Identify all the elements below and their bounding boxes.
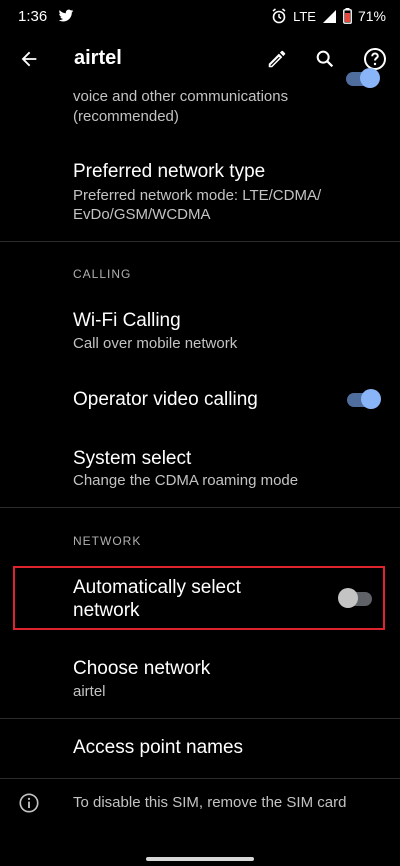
divider — [0, 718, 400, 719]
wifi-calling-item[interactable]: Wi-Fi Calling Call over mobile network — [0, 300, 400, 362]
toggle-thumb — [360, 68, 380, 88]
signal-icon — [322, 9, 336, 23]
system-select-item[interactable]: System select Change the CDMA roaming mo… — [0, 438, 400, 504]
back-button[interactable] — [14, 44, 44, 74]
choose-network-summary: airtel — [73, 683, 106, 700]
status-icons: LTE 71% — [271, 8, 386, 24]
choose-network-title: Choose network — [73, 658, 211, 679]
gesture-nav-handle[interactable] — [146, 857, 254, 861]
divider — [0, 507, 400, 508]
battery-percent: 71% — [357, 8, 386, 24]
wifi-calling-title: Wi-Fi Calling — [73, 310, 181, 331]
calling-section-header: CALLING — [73, 267, 132, 281]
info-icon — [19, 793, 39, 813]
network-section-header: NETWORK — [73, 534, 142, 548]
wifi-calling-summary: Call over mobile network — [73, 335, 238, 352]
choose-network-item[interactable]: Choose network airtel — [0, 648, 400, 714]
preferred-network-summary-line1: Preferred network mode: LTE/CDMA/ — [73, 187, 322, 204]
preferred-network-summary-line2: EvDo/GSM/WCDMA — [73, 206, 211, 223]
divider — [0, 778, 400, 779]
access-point-names-title: Access point names — [73, 737, 244, 758]
previous-setting-item[interactable]: voice and other communications (recommen… — [0, 68, 400, 134]
status-time: 1:36 — [18, 8, 48, 25]
network-type-label: LTE — [293, 8, 316, 24]
previous-setting-toggle[interactable] — [344, 68, 380, 88]
app-bar: airtel — [0, 34, 400, 84]
system-select-summary: Change the CDMA roaming mode — [73, 472, 299, 489]
page-title: airtel — [74, 47, 122, 69]
twitter-icon — [58, 9, 74, 22]
highlight-annotation-box — [13, 566, 385, 630]
search-button[interactable] — [310, 44, 340, 74]
system-select-title: System select — [73, 448, 192, 469]
arrow-back-icon — [21, 51, 37, 67]
operator-video-calling-toggle[interactable] — [345, 389, 381, 409]
battery-icon — [343, 8, 352, 24]
previous-setting-summary: voice and other communications (recommen… — [73, 88, 289, 125]
access-point-names-item[interactable]: Access point names — [0, 722, 400, 778]
preferred-network-type-item[interactable]: Preferred network type Preferred network… — [0, 150, 400, 240]
operator-video-calling-title: Operator video calling — [73, 389, 258, 410]
sim-footer-note: To disable this SIM, remove the SIM card — [73, 794, 347, 811]
status-bar: 1:36 LTE 71% — [0, 0, 400, 32]
edit-button[interactable] — [262, 44, 292, 74]
toggle-thumb — [361, 389, 381, 409]
divider — [0, 241, 400, 242]
pencil-icon — [268, 50, 286, 68]
search-icon — [316, 50, 334, 68]
alarm-icon — [272, 8, 286, 24]
operator-video-calling-item[interactable]: Operator video calling — [0, 372, 400, 428]
preferred-network-title: Preferred network type — [73, 161, 266, 182]
